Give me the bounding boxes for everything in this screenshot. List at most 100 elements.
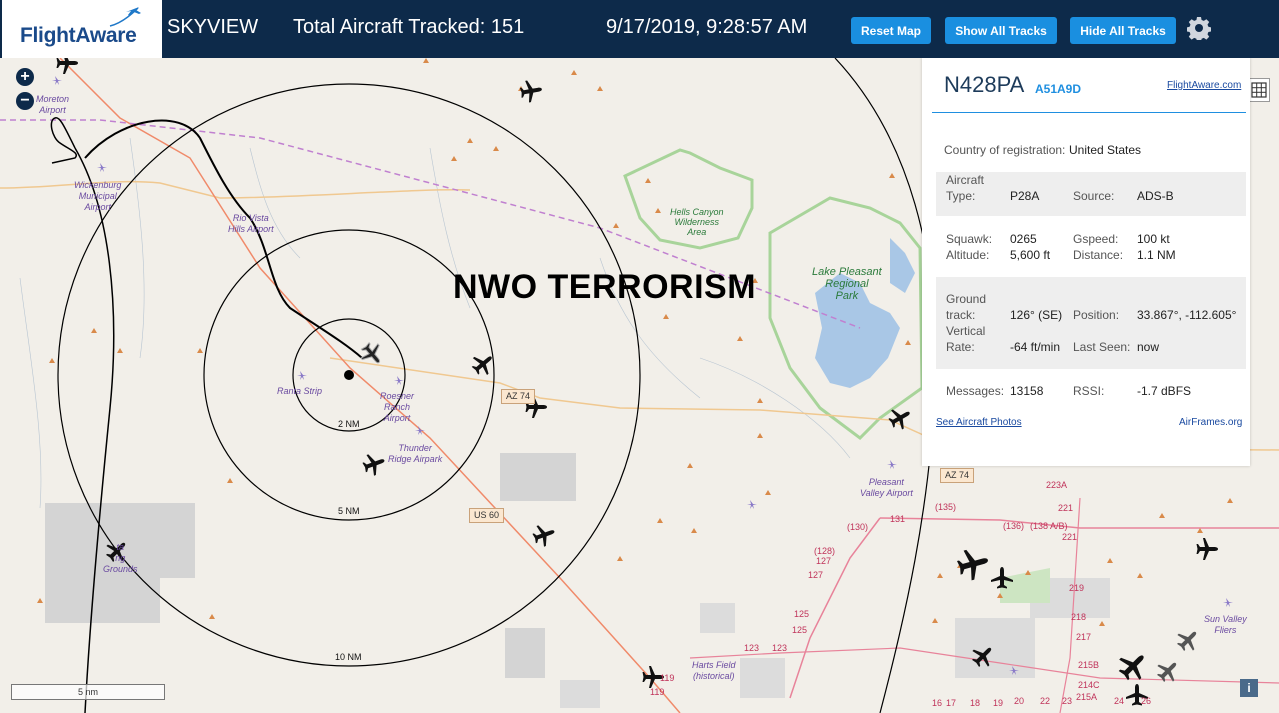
route-number: 20 <box>1014 696 1025 706</box>
country-label: Country of registration: <box>944 143 1066 157</box>
gspeed-distance-value: 100 kt 1.1 NM <box>1137 232 1176 262</box>
aircraft-icon[interactable] <box>360 449 389 478</box>
place-label-roesner: Roesner Ranch Airport <box>380 391 415 423</box>
last-seen-value: now <box>1137 340 1160 354</box>
squawk-altitude-value: 0265 5,600 ft <box>1010 232 1051 262</box>
flightaware-logo[interactable]: FlightAware <box>2 0 162 58</box>
aircraft-icon[interactable] <box>967 640 999 672</box>
park-label-lake-pleasant: Lake Pleasant Regional Park <box>812 266 882 302</box>
flightaware-link[interactable]: FlightAware.com <box>1167 80 1241 91</box>
route-number: 123 <box>772 643 788 653</box>
squawk-altitude-label: Squawk: Altitude: <box>946 232 993 262</box>
route-number: 125 <box>792 625 808 635</box>
aircraft-icon[interactable] <box>467 348 499 380</box>
zoom-in-button[interactable]: + <box>16 68 34 86</box>
selected-aircraft-icon[interactable] <box>356 338 388 370</box>
map-view[interactable]: Moreton Airport Wickenburg Municipal Air… <box>0 58 1279 713</box>
aircraft-icon[interactable] <box>1152 655 1184 687</box>
route-number: (128) <box>814 546 836 556</box>
track-rate-label: Ground track: Vertical Rate: <box>946 292 987 354</box>
aircraft-icon[interactable] <box>991 567 1013 589</box>
rssi-label: RSSI: <box>1073 384 1105 398</box>
route-number: (135) <box>935 502 957 512</box>
aircraft-icon[interactable] <box>56 58 79 74</box>
messages-label: Messages: <box>946 384 1005 398</box>
route-number: (136) <box>1003 521 1025 531</box>
route-number: 127 <box>816 556 832 566</box>
type-label: Aircraft Type: <box>946 173 985 203</box>
header-bar: FlightAware SKYVIEW Total Aircraft Track… <box>0 0 1279 58</box>
scale-bar: 5 nm <box>11 684 165 700</box>
place-label-rio-vista: Rio Vista Hills Airport <box>228 213 274 234</box>
route-number: (138 A/B) <box>1030 521 1068 531</box>
current-datetime: 9/17/2019, 9:28:57 AM <box>606 16 808 38</box>
route-number: 22 <box>1040 696 1051 706</box>
track-value: 126° (SE) <box>1010 308 1063 322</box>
rssi-value: -1.7 dBFS <box>1137 384 1192 398</box>
gspeed-distance-label: Gspeed: Distance: <box>1073 232 1124 262</box>
place-label-pleasant-valley: Pleasant Valley Airport <box>860 477 913 498</box>
aircraft-icon[interactable] <box>518 78 544 104</box>
type-value: P28A <box>1010 189 1040 203</box>
road-shield-us60: US 60 <box>469 508 505 523</box>
route-number: 217 <box>1076 632 1092 642</box>
reset-map-button[interactable]: Reset Map <box>851 17 931 44</box>
route-number: 17 <box>946 698 957 708</box>
route-number: 221 <box>1062 532 1078 542</box>
route-number: 18 <box>970 698 981 708</box>
route-number: 26 <box>1141 696 1152 706</box>
zoom-out-button[interactable]: − <box>16 92 34 110</box>
place-label-harts: Harts Field (historical) <box>692 660 736 681</box>
route-number: 221 <box>1058 503 1074 513</box>
park-label-hells-canyon: Hells Canyon Wilderness Area <box>670 207 724 237</box>
info-button[interactable]: i <box>1240 679 1258 697</box>
ring-label-5nm: 5 NM <box>338 506 360 516</box>
app-name: SKYVIEW <box>167 16 259 38</box>
last-seen-label: Last Seen: <box>1073 340 1131 354</box>
route-number: 16 <box>932 698 943 708</box>
route-number: (130) <box>847 522 869 532</box>
aircraft-hex: A51A9D <box>1035 82 1082 96</box>
aircraft-icon[interactable] <box>1172 624 1204 656</box>
place-label-grounds: ta ng Grounds <box>103 542 138 574</box>
route-number: 223A <box>1046 480 1068 490</box>
aircraft-icon[interactable] <box>885 402 916 433</box>
ring-label-2nm: 2 NM <box>338 419 360 429</box>
aircraft-ident: N428PA <box>944 72 1025 97</box>
aircraft-icon[interactable] <box>1196 538 1219 560</box>
aircraft-icon[interactable] <box>954 545 992 583</box>
aircraft-photos-link[interactable]: See Aircraft Photos <box>936 417 1022 428</box>
place-label-ranta: Ranta Strip <box>277 386 323 396</box>
aircraft-details-panel: N428PA A51A9D FlightAware.com Country of… <box>922 58 1250 466</box>
messages-value: 13158 <box>1010 384 1044 398</box>
aircraft-icon[interactable] <box>1113 645 1154 686</box>
route-number: 219 <box>1069 583 1085 593</box>
route-number: 125 <box>794 609 810 619</box>
place-label-thunder: Thunder Ridge Airpark <box>388 443 443 464</box>
source-label: Source: <box>1073 189 1115 203</box>
road-shield-az74: AZ 74 <box>940 468 975 483</box>
place-label-wickenburg: Wickenburg Municipal Airport <box>74 180 122 212</box>
show-all-tracks-button[interactable]: Show All Tracks <box>945 17 1057 44</box>
route-number: 119 <box>660 673 675 683</box>
road-shield-az74: AZ 74 <box>501 389 536 404</box>
ring-label-10nm: 10 NM <box>335 652 362 662</box>
place-label-moreton: Moreton Airport <box>36 94 70 115</box>
route-number: 24 <box>1114 696 1125 706</box>
airframes-link[interactable]: AirFrames.org <box>1179 417 1242 428</box>
hide-all-tracks-button[interactable]: Hide All Tracks <box>1070 17 1176 44</box>
vertical-rate-value: -64 ft/min <box>1010 340 1061 354</box>
grid-icon[interactable] <box>1248 78 1270 102</box>
logo-text: FlightAware <box>20 24 137 47</box>
total-aircraft-count: Total Aircraft Tracked: 151 <box>293 16 525 38</box>
route-number: 127 <box>808 570 824 580</box>
aircraft-icon[interactable] <box>530 520 559 549</box>
source-value: ADS-B <box>1137 189 1174 203</box>
place-label-sun-valley: Sun Valley Fliers <box>1204 614 1247 635</box>
route-number: 218 <box>1071 612 1087 622</box>
country-value: United States <box>1069 143 1142 157</box>
route-number: 131 <box>890 514 906 524</box>
position-value: 33.867°, -112.605° <box>1137 308 1237 322</box>
gear-icon[interactable] <box>1187 16 1211 40</box>
overlay-caption: NWO TERRORISM <box>453 268 757 306</box>
